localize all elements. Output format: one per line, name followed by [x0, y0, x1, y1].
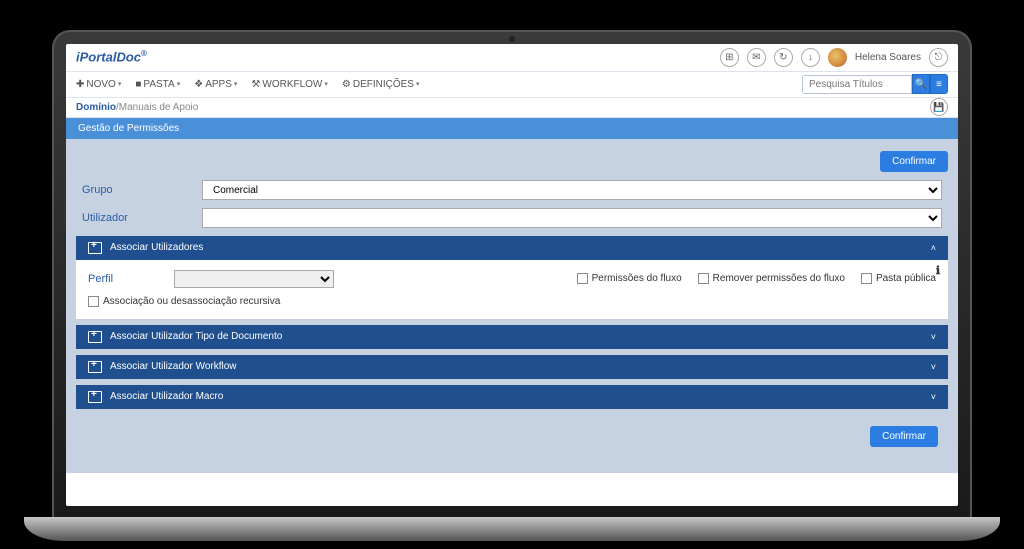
- select-utilizador[interactable]: [202, 208, 942, 228]
- save-disk-icon[interactable]: 💾: [930, 98, 948, 116]
- accordion-assoc-workflow[interactable]: Associar Utilizador Workflow ˅: [76, 355, 948, 379]
- folder-add-icon: [88, 391, 102, 403]
- logout-icon[interactable]: ⎋: [929, 48, 948, 67]
- select-grupo[interactable]: Comercial: [202, 180, 942, 200]
- avatar[interactable]: [828, 48, 847, 67]
- mail-icon[interactable]: ✉: [747, 48, 766, 67]
- chevron-down-icon[interactable]: ˅: [931, 332, 936, 342]
- label-utilizador: Utilizador: [82, 212, 202, 224]
- brand-logo: iPortalDoc®: [76, 49, 147, 64]
- search-button[interactable]: 🔍: [912, 74, 930, 94]
- chevron-down-icon[interactable]: ˅: [931, 362, 936, 372]
- side-expand-icon[interactable]: ›: [56, 250, 60, 264]
- accordion-assoc-users[interactable]: Associar Utilizadores ˄: [76, 236, 948, 260]
- label-grupo: Grupo: [82, 184, 202, 196]
- chevron-down-icon[interactable]: ˅: [931, 392, 936, 402]
- refresh-icon[interactable]: ↻: [774, 48, 793, 67]
- chevron-up-icon[interactable]: ˄: [931, 243, 936, 253]
- search-mode-button[interactable]: ≡: [930, 74, 948, 94]
- folder-add-icon: [88, 331, 102, 343]
- menu-definicoes[interactable]: ⚙DEFINIÇÕES▾: [342, 79, 420, 90]
- breadcrumb-child: Manuais de Apoio: [119, 102, 199, 113]
- breadcrumb: Domínio/Manuais de Apoio 💾: [66, 98, 958, 118]
- topbar: iPortalDoc® ⊞ ✉ ↻ ↓ Helena Soares ⎋: [66, 44, 958, 72]
- folder-add-icon: [88, 361, 102, 373]
- select-perfil[interactable]: [174, 270, 334, 288]
- label-perfil: Perfil: [88, 273, 158, 285]
- section-title: Gestão de Permissões: [66, 118, 958, 139]
- search-input[interactable]: [802, 75, 912, 94]
- accordion-assoc-macro[interactable]: Associar Utilizador Macro ˅: [76, 385, 948, 409]
- confirm-button-bottom[interactable]: Confirmar: [870, 426, 938, 447]
- breadcrumb-root[interactable]: Domínio: [76, 102, 116, 113]
- menu-novo[interactable]: ✚NOVO▾: [76, 79, 121, 90]
- accordion-assoc-tipo[interactable]: Associar Utilizador Tipo de Documento ˅: [76, 325, 948, 349]
- panel-assoc-users: ℹ Perfil Permissões do fluxo Remover per…: [76, 260, 948, 319]
- menubar: ✚NOVO▾ ■PASTA▾ ❖APPS▾ ⚒WORKFLOW▾ ⚙DEFINI…: [66, 72, 958, 98]
- calendar-icon[interactable]: ⊞: [720, 48, 739, 67]
- checkbox-pasta-publica[interactable]: [861, 273, 872, 284]
- username: Helena Soares: [855, 52, 921, 63]
- folder-add-icon: [88, 242, 102, 254]
- upload-icon[interactable]: ↓: [801, 48, 820, 67]
- checkbox-assoc-recursiva[interactable]: [88, 296, 99, 307]
- confirm-button-top[interactable]: Confirmar: [880, 151, 948, 172]
- menu-workflow[interactable]: ⚒WORKFLOW▾: [251, 79, 327, 90]
- checkbox-remover-perm[interactable]: [698, 273, 709, 284]
- menu-pasta[interactable]: ■PASTA▾: [135, 79, 180, 90]
- menu-apps[interactable]: ❖APPS▾: [194, 79, 237, 90]
- info-icon[interactable]: ℹ: [936, 264, 940, 277]
- checkbox-perm-fluxo[interactable]: [577, 273, 588, 284]
